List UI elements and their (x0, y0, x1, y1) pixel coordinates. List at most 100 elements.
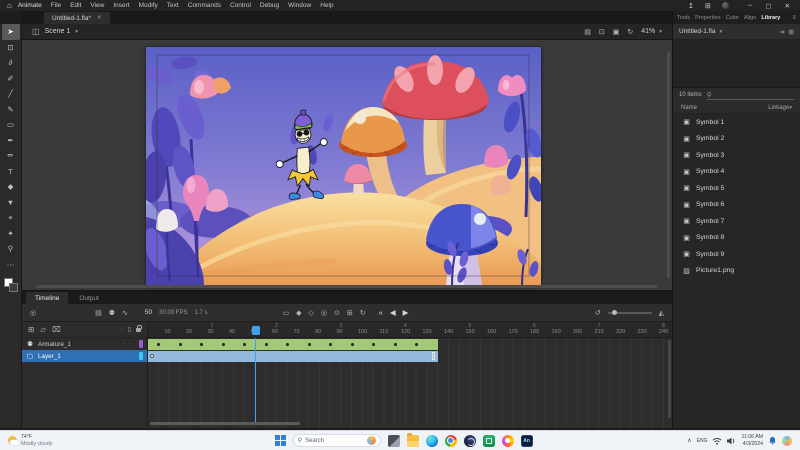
swirl-app-icon[interactable] (501, 434, 514, 447)
library-item[interactable]: ▨ Picture1.png (673, 263, 800, 280)
tool-free-transform[interactable]: ⊡ (2, 40, 20, 56)
menu-modify[interactable]: Modify (139, 2, 158, 9)
reset-timeline-zoom-icon[interactable]: ↺ (595, 309, 601, 317)
library-item[interactable]: ▣ Symbol 8 (673, 230, 800, 247)
library-item[interactable]: ▣ Symbol 2 (673, 131, 800, 148)
home-icon[interactable]: ⌂ (7, 1, 12, 10)
library-search-input[interactable]: ⚲ (706, 90, 794, 100)
app-menu[interactable]: Animate (18, 2, 42, 9)
language-indicator[interactable]: ENG (697, 438, 708, 444)
menu-insert[interactable]: Insert (113, 2, 129, 9)
menu-view[interactable]: View (90, 2, 104, 9)
chrome-icon[interactable] (444, 434, 457, 447)
onion-skin-icon[interactable]: ◎ (321, 309, 327, 317)
tool-line[interactable]: ╱ (2, 86, 20, 102)
timeline-hscrollbar[interactable] (150, 422, 300, 425)
frame-ruler[interactable]: 12345678 1020304050607080901001101201301… (148, 322, 672, 338)
camera-toggle-icon[interactable]: ▤ (95, 309, 102, 317)
column-name[interactable]: Name (681, 105, 697, 111)
panel-tab-color[interactable]: Color (726, 15, 739, 21)
delete-layer-icon[interactable]: ⌧ (52, 325, 61, 334)
taskbar-search[interactable]: ⚲ Search (292, 434, 381, 447)
new-library-panel-icon[interactable]: ⊞ (789, 28, 794, 36)
library-item[interactable]: ▣ Symbol 4 (673, 164, 800, 181)
menu-debug[interactable]: Debug (260, 2, 279, 9)
column-linkage[interactable]: Linkage (768, 105, 789, 111)
tray-expand-icon[interactable]: ∧ (687, 437, 691, 444)
insert-frame-icon[interactable]: ▭ (283, 309, 290, 317)
slider-handle[interactable] (611, 310, 617, 315)
lock-column-icon[interactable] (136, 324, 142, 332)
tool-fluid-brush[interactable]: ✐ (2, 71, 20, 87)
stage-canvas[interactable] (146, 47, 541, 285)
timeline-options-icon[interactable]: ◎ (30, 309, 36, 317)
library-item[interactable]: ▣ Symbol 7 (673, 213, 800, 230)
new-folder-icon[interactable]: ▱ (40, 325, 46, 334)
zoom-select[interactable]: 41% ▾ (641, 28, 662, 35)
menu-edit[interactable]: Edit (70, 2, 81, 9)
tab-output[interactable]: Output (70, 292, 108, 304)
tool-selection[interactable]: ➤ (1, 24, 20, 40)
onion-outlines-icon[interactable]: ⊙ (334, 309, 340, 317)
scene-chevron-icon[interactable]: ▾ (75, 29, 78, 35)
frame-rate[interactable]: 30.00 FPS (159, 310, 187, 316)
panel-tab-library[interactable]: Library (761, 15, 780, 21)
pasteboard-vscrollbar[interactable] (667, 52, 670, 278)
share-icon[interactable]: ↥ (688, 2, 694, 10)
insert-keyframe-icon[interactable]: ◆ (296, 309, 301, 317)
library-item[interactable]: ▣ Symbol 3 (673, 147, 800, 164)
loop-icon[interactable]: ↻ (360, 309, 366, 317)
tool-pen[interactable]: ✒ (2, 133, 20, 149)
layer-row-armature[interactable]: ⚉ Armature_1 ·· (22, 338, 147, 350)
panel-tab-align[interactable]: Align (744, 15, 756, 21)
frames-area[interactable]: 12345678 1020304050607080901001101201301… (148, 322, 672, 428)
layer1-frame-span[interactable] (148, 350, 439, 362)
clock[interactable]: 11:06 AM 4/3/2024 (741, 434, 763, 446)
menu-text[interactable]: Text (167, 2, 179, 9)
tool-rectangle[interactable]: ▭ (2, 117, 20, 133)
tool-asset-warp[interactable]: ✦ (2, 226, 20, 242)
library-doc-chevron-icon[interactable]: ▾ (720, 29, 723, 35)
armature-frame-span[interactable] (148, 338, 439, 350)
color-swatches[interactable] (3, 278, 18, 292)
start-button[interactable] (274, 435, 286, 446)
rotation-icon[interactable]: ↻ (627, 28, 633, 36)
scene-name[interactable]: Scene 1 (45, 28, 71, 35)
volume-icon[interactable] (727, 437, 736, 445)
layer-name[interactable]: Layer_1 (38, 353, 61, 360)
minimize-button[interactable]: ─ (748, 2, 753, 10)
tab-timeline[interactable]: Timeline (26, 292, 69, 304)
library-item[interactable]: ▣ Symbol 5 (673, 180, 800, 197)
timeline-zoom-slider[interactable] (607, 310, 652, 315)
weather-widget[interactable]: 74°F Mostly cloudy (0, 434, 120, 447)
tool-eyedropper[interactable]: ▼ (2, 195, 20, 211)
tool-classic-brush[interactable]: ✎ (2, 102, 20, 118)
tool-paint-bucket[interactable]: ◆ (2, 179, 20, 195)
pin-library-icon[interactable]: ⇥ (779, 28, 784, 36)
library-item[interactable]: ▣ Symbol 6 (673, 197, 800, 214)
library-item[interactable]: ▣ Symbol 1 (673, 114, 800, 131)
layer-outline-color[interactable] (139, 352, 143, 360)
profile-icon[interactable] (721, 2, 729, 9)
tool-text[interactable]: T (2, 164, 20, 180)
notification-bell-icon[interactable] (768, 436, 777, 445)
tool-pencil[interactable]: ✏ (2, 148, 20, 164)
layer-name[interactable]: Armature_1 (38, 341, 71, 348)
edit-multiple-frames-icon[interactable]: ⊞ (347, 309, 353, 317)
new-layer-icon[interactable]: ⊞ (28, 325, 34, 334)
close-button[interactable]: ✕ (785, 2, 790, 10)
menu-commands[interactable]: Commands (188, 2, 221, 9)
maximize-button[interactable]: ▢ (765, 2, 771, 10)
workspace-icon[interactable]: ⊞ (705, 2, 711, 10)
document-tab[interactable]: Untitled-1.fla* ✕ (44, 12, 110, 24)
stroke-color-swatch[interactable] (8, 283, 18, 292)
menu-help[interactable]: Help (320, 2, 333, 9)
insert-blank-keyframe-icon[interactable]: ◇ (309, 309, 314, 317)
clip-content-icon[interactable]: ▣ (613, 28, 620, 36)
playhead[interactable] (251, 326, 260, 335)
camera-icon[interactable]: ▤ (584, 28, 591, 36)
file-explorer-icon[interactable] (406, 432, 419, 447)
tool-bone[interactable]: ⌖ (2, 210, 20, 226)
first-frame-icon[interactable]: « (379, 308, 383, 317)
task-view-icon[interactable] (387, 434, 400, 447)
